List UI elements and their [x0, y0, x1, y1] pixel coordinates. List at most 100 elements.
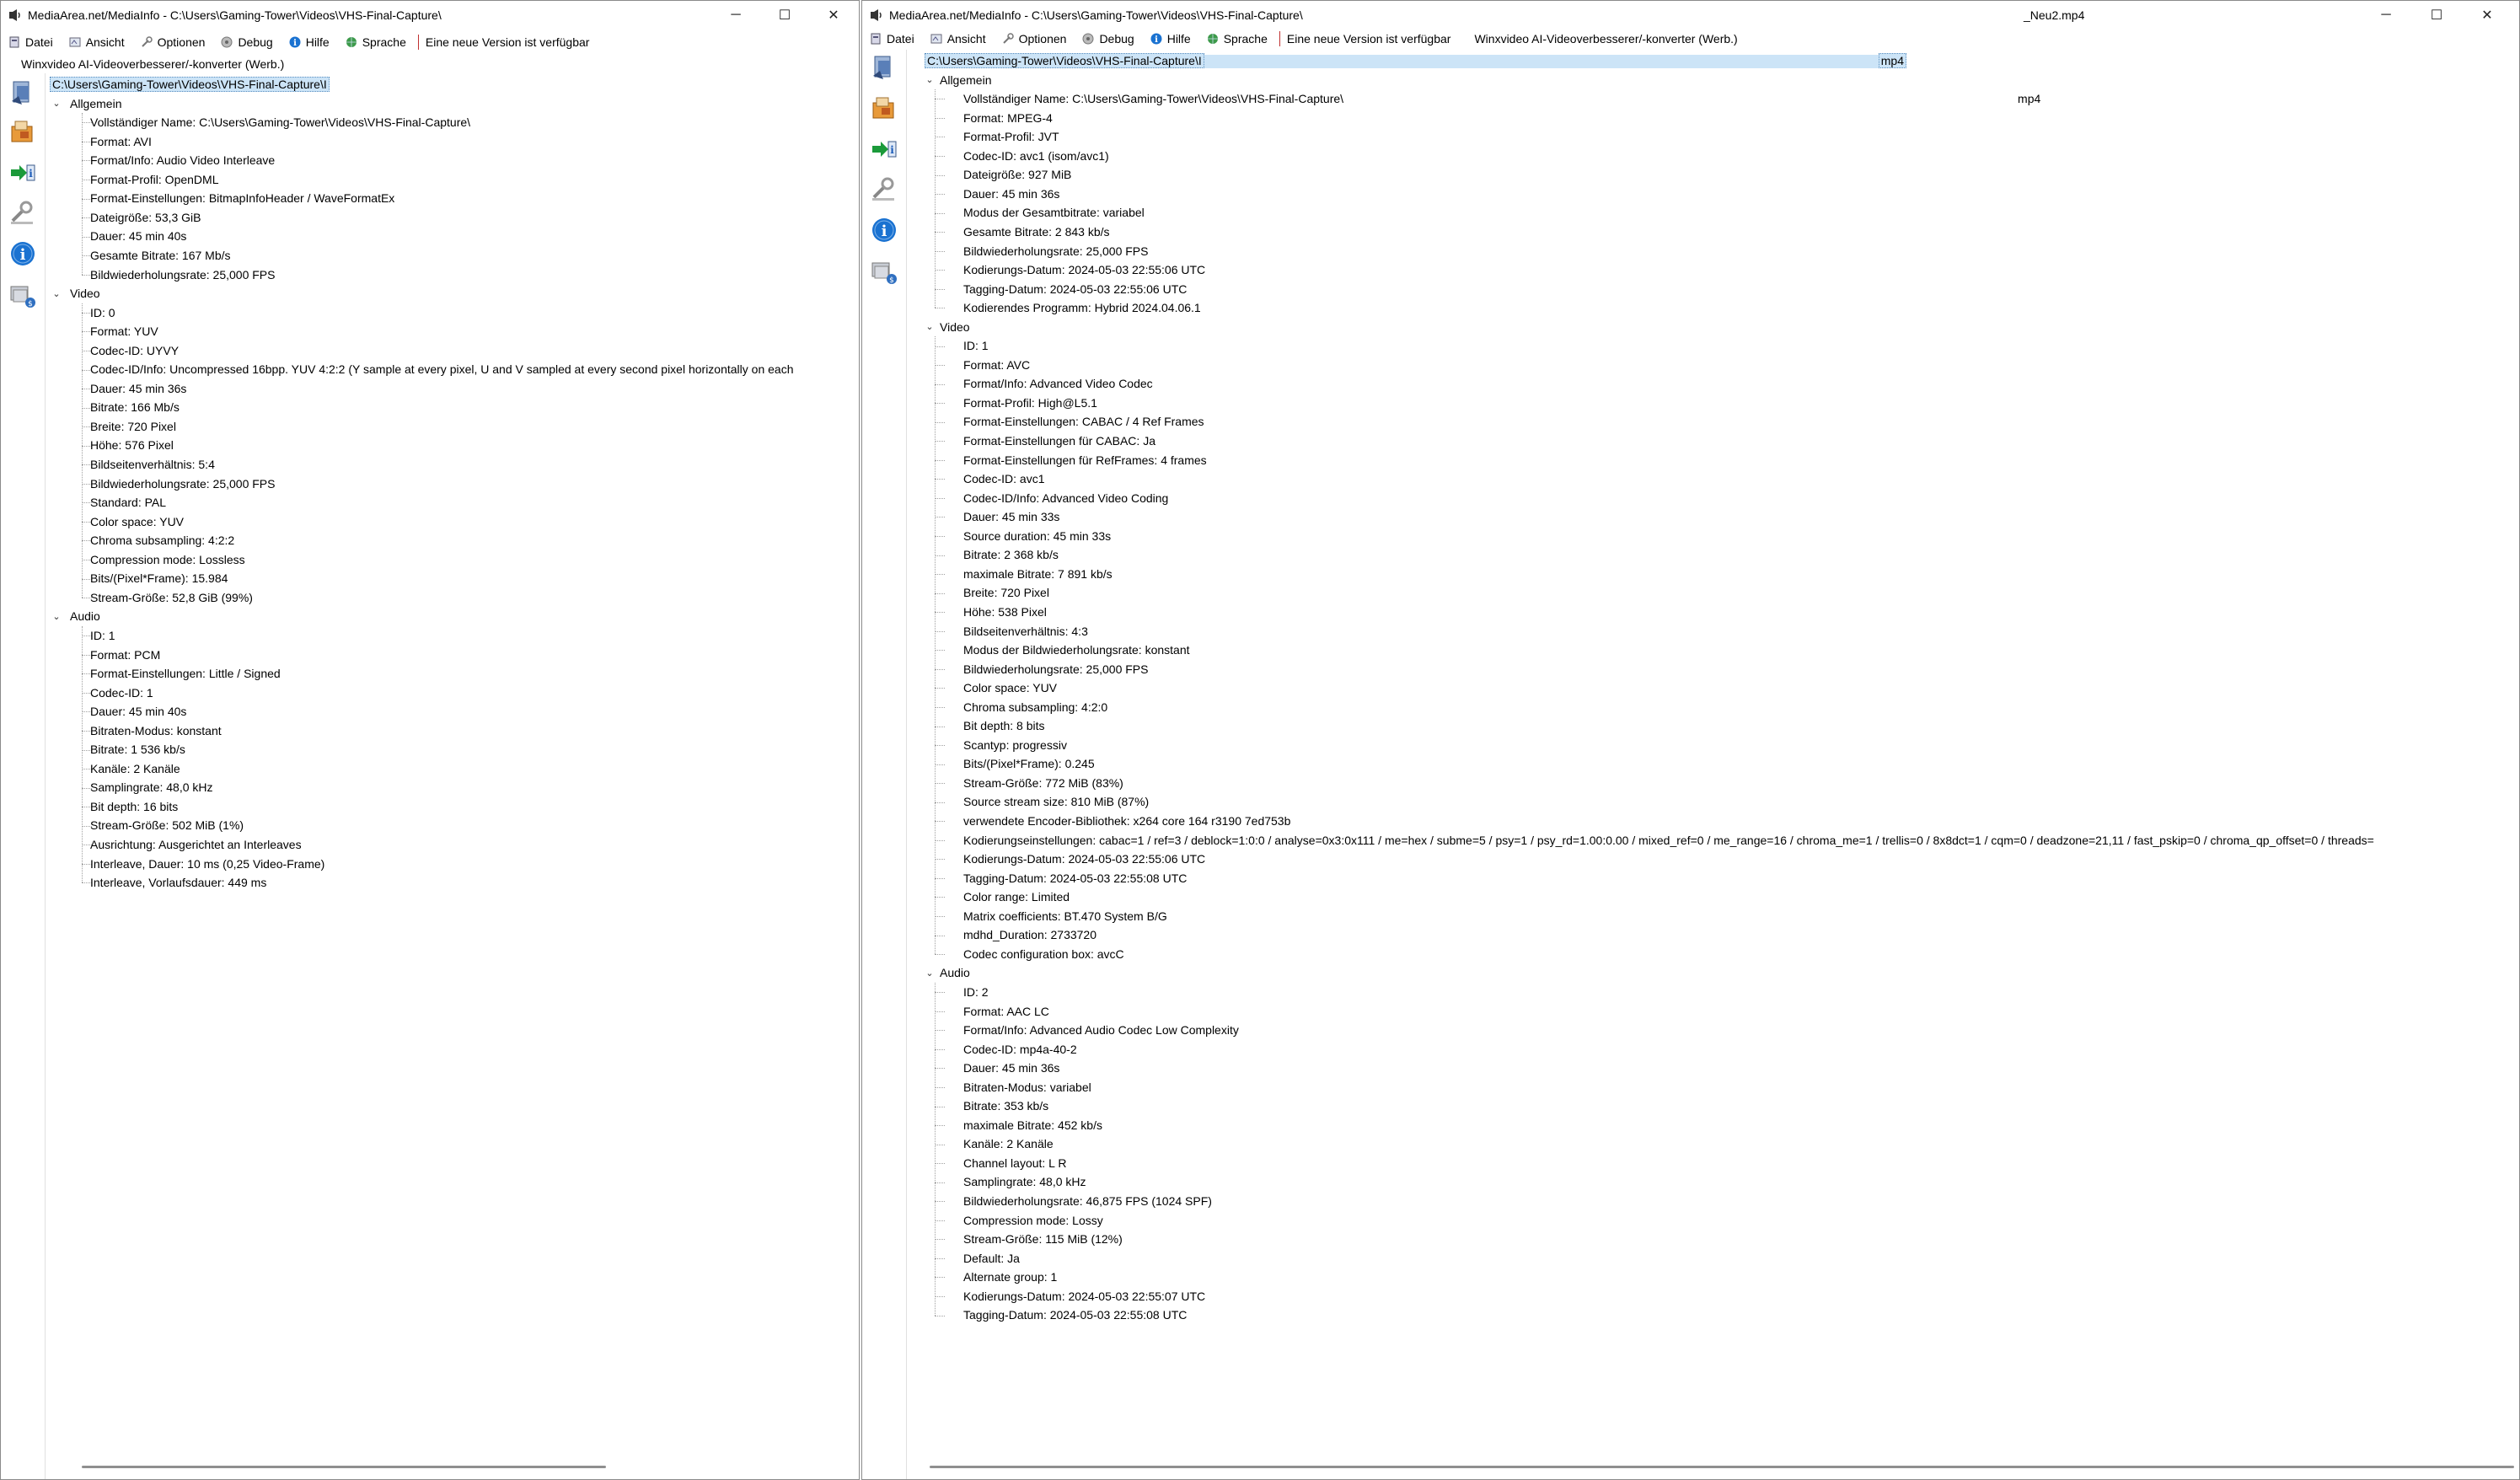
section-video[interactable]: Video	[70, 284, 100, 303]
info-item[interactable]: Format-Einstellungen: CABAC / 4 Ref Fram…	[963, 412, 1204, 431]
info-item[interactable]: Format-Profil: High@L5.1	[963, 394, 1097, 412]
info-item[interactable]: Gesamte Bitrate: 2 843 kb/s	[963, 223, 1110, 241]
info-item[interactable]: Format/Info: Advanced Video Codec	[963, 374, 1153, 393]
info-item[interactable]: Codec-ID: 1	[90, 684, 153, 702]
info-item[interactable]: Bildwiederholungsrate: 25,000 FPS	[963, 660, 1148, 678]
info-item[interactable]: Codec configuration box: avcC	[963, 945, 1124, 963]
collapse-toggle[interactable]: ⌄	[51, 94, 62, 113]
close-button[interactable]: ✕	[808, 1, 859, 29]
preferences-icon[interactable]	[8, 198, 38, 228]
info-item[interactable]: Format: AVC	[963, 356, 1030, 374]
open-file-icon[interactable]	[8, 78, 38, 109]
menu-new-version[interactable]: Eine neue Version ist verfügbar	[422, 29, 598, 55]
info-item[interactable]: Format-Profil: OpenDML	[90, 170, 218, 189]
info-item[interactable]: Color range: Limited	[963, 887, 1070, 906]
info-item[interactable]: ID: 1	[90, 626, 115, 645]
info-item[interactable]: Modus der Gesamtbitrate: variabel	[963, 203, 1145, 222]
info-item[interactable]: Bit depth: 16 bits	[90, 797, 178, 816]
info-item[interactable]: Kanäle: 2 Kanäle	[963, 1134, 1054, 1153]
info-item[interactable]: ID: 1	[963, 336, 989, 355]
info-item[interactable]: Bitrate: 2 368 kb/s	[963, 545, 1059, 564]
collapse-toggle[interactable]: ⌄	[925, 71, 935, 89]
info-item[interactable]: Chroma subsampling: 4:2:2	[90, 531, 234, 550]
info-item[interactable]: Scantyp: progressiv	[963, 736, 1067, 754]
info-item[interactable]: Interleave, Dauer: 10 ms (0,25 Video-Fra…	[90, 855, 324, 873]
menu-ad-link[interactable]: Winxvideo AI-Videoverbesserer/-konverter…	[1, 55, 859, 73]
info-item[interactable]: Bildwiederholungsrate: 25,000 FPS	[90, 265, 275, 284]
export-icon[interactable]: i	[869, 134, 899, 164]
info-item[interactable]: Dauer: 45 min 33s	[963, 507, 1059, 526]
info-tree[interactable]: C:\Users\Gaming-Tower\Videos\VHS-Final-C…	[46, 73, 859, 1479]
info-item[interactable]: Codec-ID: avc1 (isom/avc1)	[963, 147, 1109, 165]
donate-icon[interactable]: $	[869, 257, 899, 287]
info-item[interactable]: Breite: 720 Pixel	[90, 417, 176, 436]
info-item[interactable]: Bitrate: 1 536 kb/s	[90, 740, 185, 759]
info-item[interactable]: Stream-Größe: 52,8 GiB (99%)	[90, 588, 253, 607]
info-item[interactable]: Kanäle: 2 Kanäle	[90, 759, 180, 778]
section-audio[interactable]: Audio	[940, 963, 970, 982]
info-item[interactable]: Tagging-Datum: 2024-05-03 22:55:06 UTC	[963, 280, 1187, 298]
close-button[interactable]: ✕	[2462, 1, 2512, 29]
info-item[interactable]: Format-Profil: JVT	[963, 127, 1059, 146]
collapse-toggle[interactable]: ⌄	[925, 963, 935, 982]
info-item[interactable]: Kodierungs-Datum: 2024-05-03 22:55:06 UT…	[963, 850, 1205, 868]
info-item[interactable]: Bitraten-Modus: variabel	[963, 1078, 1091, 1097]
info-item[interactable]: Standard: PAL	[90, 493, 166, 512]
info-item[interactable]: Format: AVI	[90, 132, 152, 151]
info-item[interactable]: Kodierendes Programm: Hybrid 2024.04.06.…	[963, 298, 1201, 317]
info-item[interactable]: Codec-ID/Info: Uncompressed 16bpp. YUV 4…	[90, 360, 793, 378]
preferences-icon[interactable]	[869, 174, 899, 205]
info-item[interactable]: Color space: YUV	[963, 678, 1057, 697]
info-item[interactable]: Format-Einstellungen für RefFrames: 4 fr…	[963, 451, 1207, 469]
menu-ansicht[interactable]: Ansicht	[923, 26, 995, 51]
info-item[interactable]: Dauer: 45 min 36s	[963, 185, 1059, 203]
menu-ad-link[interactable]: Winxvideo AI-Videoverbesserer/-konverter…	[1459, 26, 1745, 51]
info-item[interactable]: Format-Einstellungen: BitmapInfoHeader /…	[90, 189, 394, 207]
menu-datei[interactable]: Datei	[862, 26, 923, 51]
section-audio[interactable]: Audio	[70, 607, 100, 625]
info-item[interactable]: Channel layout: L R	[963, 1154, 1066, 1172]
open-folder-icon[interactable]	[869, 94, 899, 124]
info-item[interactable]: Bildseitenverhältnis: 4:3	[963, 622, 1088, 641]
menu-sprache[interactable]: Sprache	[338, 29, 415, 55]
open-folder-icon[interactable]	[8, 117, 38, 147]
info-item[interactable]: Bitrate: 166 Mb/s	[90, 398, 180, 416]
info-item[interactable]: Dateigröße: 53,3 GiB	[90, 208, 201, 227]
info-item[interactable]: Bit depth: 8 bits	[963, 716, 1045, 735]
info-item[interactable]: Compression mode: Lossless	[90, 550, 245, 569]
info-item[interactable]: Höhe: 538 Pixel	[963, 603, 1047, 621]
maximize-button[interactable]: ☐	[759, 1, 810, 29]
info-item[interactable]: Bildseitenverhältnis: 5:4	[90, 455, 215, 474]
info-item[interactable]: Modus der Bildwiederholungsrate: konstan…	[963, 641, 1190, 659]
horizontal-scrollbar[interactable]	[930, 1466, 2514, 1468]
info-tree[interactable]: C:\Users\Gaming-Tower\Videos\VHS-Final-C…	[908, 50, 2519, 1479]
info-item[interactable]: Compression mode: Lossy	[963, 1211, 1103, 1230]
info-item[interactable]: Tagging-Datum: 2024-05-03 22:55:08 UTC	[963, 869, 1187, 887]
info-item[interactable]: Dateigröße: 927 MiB	[963, 165, 1071, 184]
info-item[interactable]: Stream-Größe: 115 MiB (12%)	[963, 1230, 1123, 1248]
info-item[interactable]: Color space: YUV	[90, 512, 184, 531]
export-icon[interactable]: i	[8, 158, 38, 188]
info-item[interactable]: Dauer: 45 min 36s	[90, 379, 186, 398]
info-item[interactable]: Kodierungseinstellungen: cabac=1 / ref=3…	[963, 831, 2374, 850]
menu-hilfe[interactable]: i Hilfe	[1143, 26, 1199, 51]
info-item[interactable]: Format: AAC LC	[963, 1002, 1049, 1021]
info-item[interactable]: Codec-ID/Info: Advanced Video Coding	[963, 489, 1168, 507]
info-item[interactable]: maximale Bitrate: 452 kb/s	[963, 1116, 1102, 1134]
info-item[interactable]: Format: MPEG-4	[963, 109, 1053, 127]
info-item[interactable]: Kodierungs-Datum: 2024-05-03 22:55:06 UT…	[963, 260, 1205, 279]
info-item[interactable]: Bitrate: 353 kb/s	[963, 1097, 1048, 1115]
info-item[interactable]: Höhe: 576 Pixel	[90, 436, 174, 454]
info-item[interactable]: Dauer: 45 min 40s	[90, 702, 186, 721]
collapse-toggle[interactable]: ⌄	[51, 607, 62, 625]
info-item[interactable]: Samplingrate: 48,0 kHz	[963, 1172, 1086, 1191]
menu-ansicht[interactable]: Ansicht	[62, 29, 133, 55]
title-bar[interactable]: MediaArea.net/MediaInfo - C:\Users\Gamin…	[1, 1, 859, 29]
section-allgemein[interactable]: Allgemein	[940, 71, 991, 89]
section-allgemein[interactable]: Allgemein	[70, 94, 121, 113]
menu-new-version[interactable]: Eine neue Version ist verfügbar	[1284, 26, 1460, 51]
info-item[interactable]: Stream-Größe: 772 MiB (83%)	[963, 774, 1123, 792]
about-icon[interactable]: i	[8, 239, 38, 269]
donate-icon[interactable]: $	[8, 281, 38, 311]
info-item[interactable]: Format-Einstellungen für CABAC: Ja	[963, 432, 1155, 450]
